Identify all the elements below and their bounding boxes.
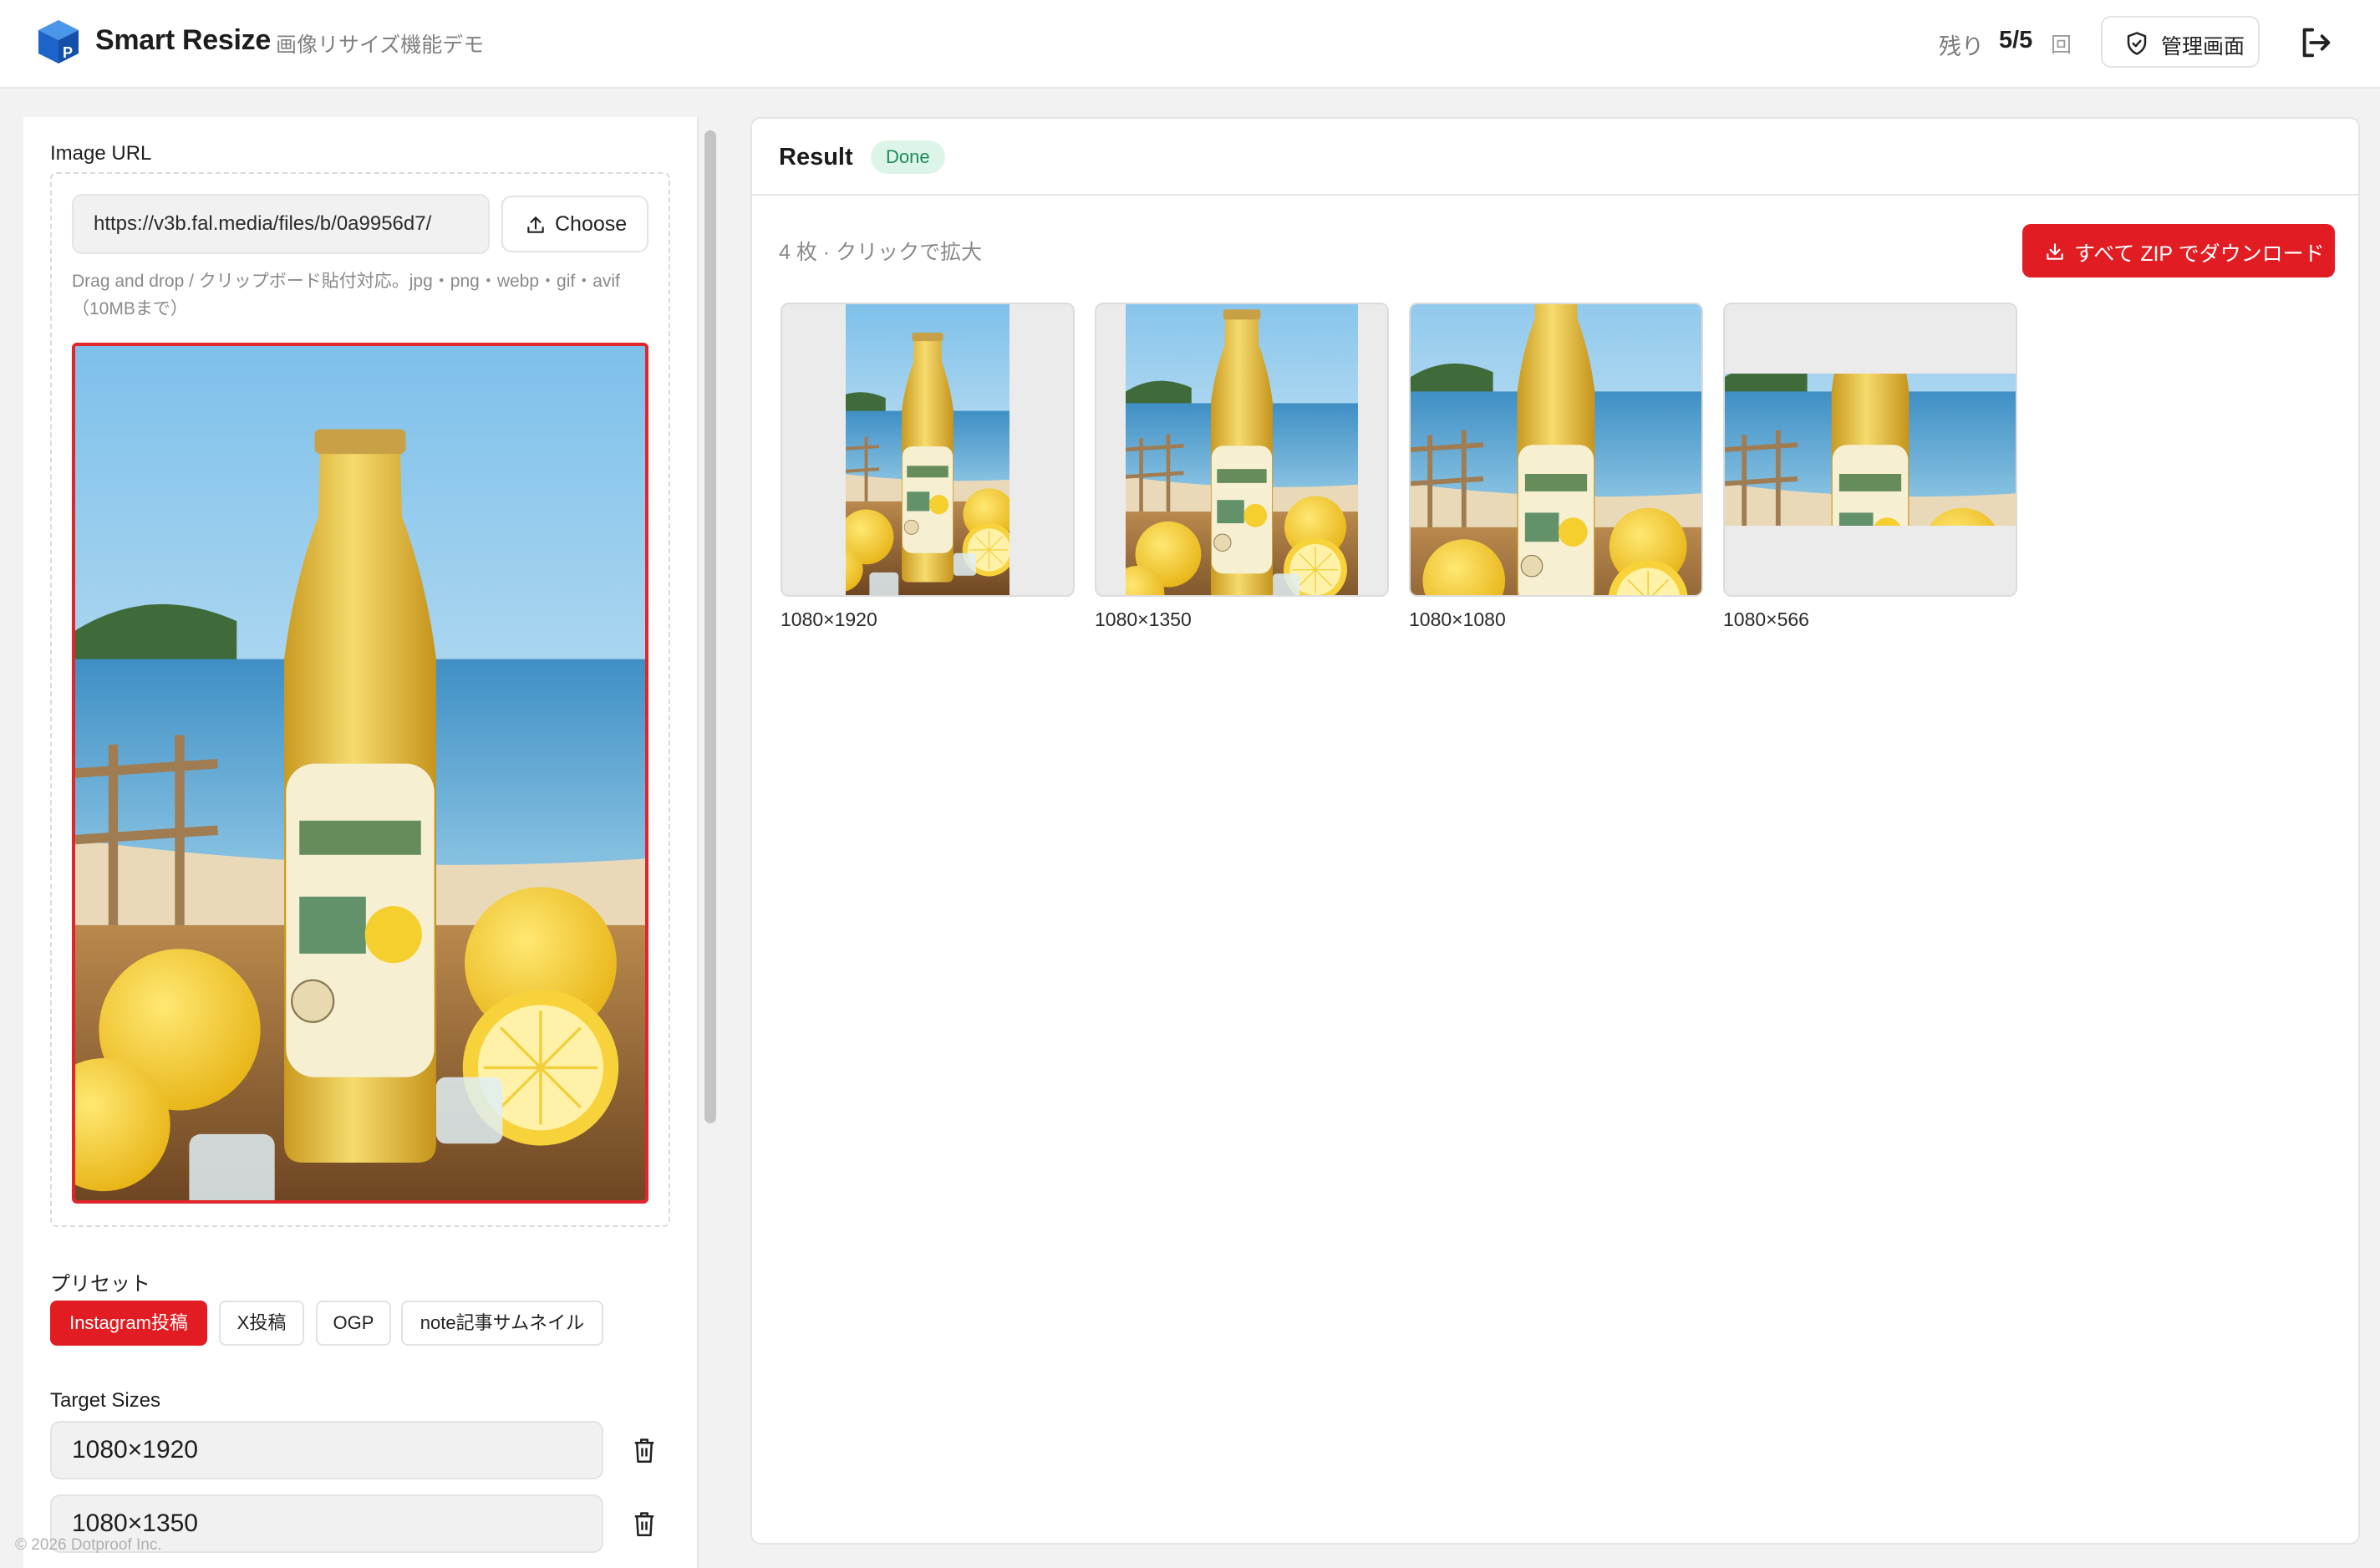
trash-icon[interactable]: [632, 1436, 657, 1464]
preset-ogp[interactable]: OGP: [316, 1301, 391, 1346]
shield-check-icon: [2127, 32, 2147, 55]
admin-button-label: 管理画面: [2161, 35, 2245, 59]
source-image: [75, 346, 645, 1200]
cube-logo-icon: P: [38, 20, 79, 64]
remaining-count: 5/5: [1999, 27, 2033, 53]
thumbnail-image: [1725, 374, 2016, 526]
app-subtitle: 画像リサイズ機能デモ: [276, 33, 485, 57]
thumbnail-image: [846, 304, 1009, 595]
thumbnail-image: [1411, 304, 1701, 595]
download-zip-label: すべて ZIP でダウンロード: [2074, 242, 2325, 266]
download-icon: [2047, 243, 2063, 260]
target-size-input[interactable]: 1080×1920: [50, 1421, 603, 1479]
app-header: P Smart Resize 画像リサイズ機能デモ 残り 5/5 回 管理画面: [0, 0, 2380, 89]
result-title: Result: [779, 144, 853, 171]
source-image-preview[interactable]: [72, 343, 648, 1204]
upload-icon: [527, 216, 544, 233]
image-url-input[interactable]: [72, 194, 490, 254]
image-url-label: Image URL: [50, 142, 152, 165]
logout-icon[interactable]: [2296, 23, 2335, 62]
admin-button[interactable]: 管理画面: [2101, 16, 2260, 68]
preset-x[interactable]: X投稿: [219, 1301, 304, 1346]
copyright: © 2026 Dotproof Inc.: [15, 1536, 162, 1554]
remaining-unit: 回: [2051, 33, 2072, 57]
result-thumbnail[interactable]: [1723, 303, 2017, 597]
result-thumbnail[interactable]: [1095, 303, 1389, 597]
thumbnail-size-label: 1080×1920: [781, 608, 877, 630]
preset-label: プリセット: [50, 1273, 150, 1296]
result-count: 4 枚 · クリックで拡大: [779, 241, 983, 264]
preset-instagram[interactable]: Instagram投稿: [50, 1301, 207, 1346]
choose-file-button[interactable]: Choose: [501, 196, 648, 252]
result-header: Result Done: [752, 119, 2358, 196]
trash-icon[interactable]: [632, 1509, 657, 1538]
status-badge: Done: [871, 140, 945, 174]
choose-button-label: Choose: [555, 212, 628, 236]
upload-hint: Drag and drop / クリップボード貼付対応。jpg・png・webp…: [72, 272, 620, 318]
thumbnail-size-label: 1080×566: [1723, 608, 1809, 630]
thumbnail-image: [1126, 304, 1358, 595]
download-zip-button[interactable]: すべて ZIP でダウンロード: [2022, 224, 2335, 277]
svg-text:P: P: [63, 44, 73, 61]
target-sizes-label: Target Sizes: [50, 1389, 161, 1412]
app-brand: Smart Resize: [95, 24, 271, 56]
result-thumbnail[interactable]: [781, 303, 1075, 597]
thumbnail-size-label: 1080×1350: [1095, 608, 1192, 630]
remaining-label: 残り: [1939, 34, 1984, 59]
result-thumbnail[interactable]: [1409, 303, 1703, 597]
thumbnail-size-label: 1080×1080: [1409, 608, 1506, 630]
preset-note-thumbnail[interactable]: note記事サムネイル: [401, 1301, 603, 1346]
result-panel: Result Done 4 枚 · クリックで拡大 すべて ZIP でダウンロー…: [750, 117, 2360, 1545]
settings-scrollbar-thumb[interactable]: [704, 130, 716, 1123]
